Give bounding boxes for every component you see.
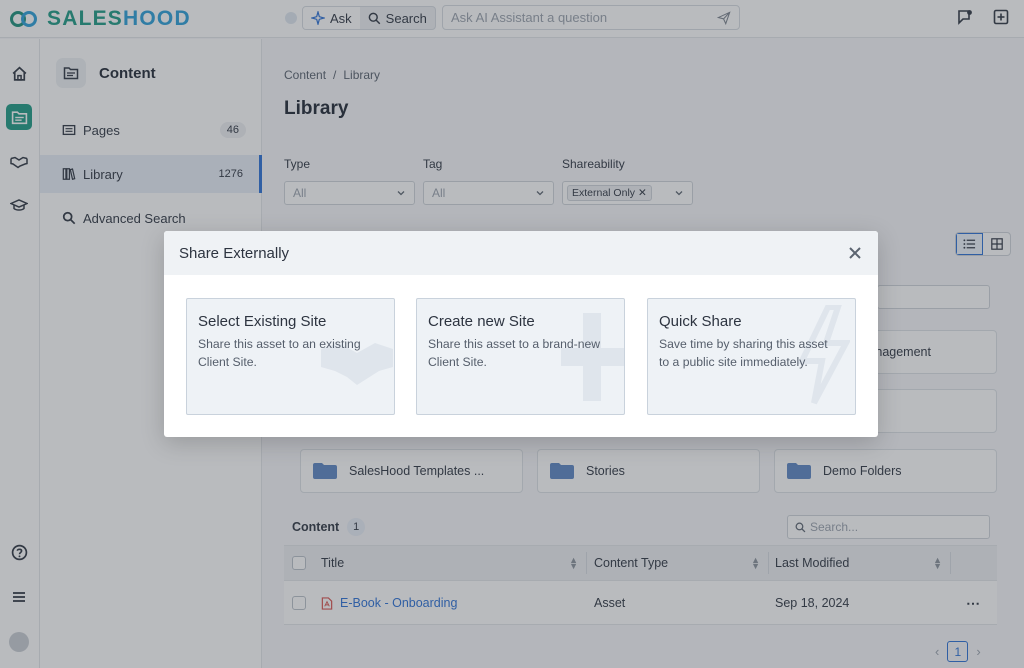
option-desc-line: Share this asset to a brand-new xyxy=(428,337,601,351)
share-externally-modal: Share Externally Select Existing Site Sh… xyxy=(164,231,878,437)
option-desc-line: Client Site. xyxy=(198,355,257,369)
select-existing-site-option[interactable]: Select Existing Site Share this asset to… xyxy=(186,298,395,415)
option-desc-line: Save time by sharing this asset xyxy=(659,337,828,351)
option-description: Share this asset to a brand-new Client Si… xyxy=(428,335,613,371)
option-title: Quick Share xyxy=(659,313,742,330)
modal-title: Share Externally xyxy=(179,244,290,262)
option-desc-line: to a public site immediately. xyxy=(659,355,808,369)
quick-share-option[interactable]: Quick Share Save time by sharing this as… xyxy=(647,298,856,415)
option-description: Share this asset to an existing Client Si… xyxy=(198,335,383,371)
option-description: Save time by sharing this asset to a publ… xyxy=(659,335,844,371)
option-title: Select Existing Site xyxy=(198,313,327,330)
create-new-site-option[interactable]: Create new Site Share this asset to a br… xyxy=(416,298,625,415)
option-title: Create new Site xyxy=(428,313,535,330)
modal-header: Share Externally xyxy=(164,231,878,275)
close-icon[interactable] xyxy=(847,245,863,261)
option-desc-line: Share this asset to an existing xyxy=(198,337,361,351)
option-desc-line: Client Site. xyxy=(428,355,487,369)
